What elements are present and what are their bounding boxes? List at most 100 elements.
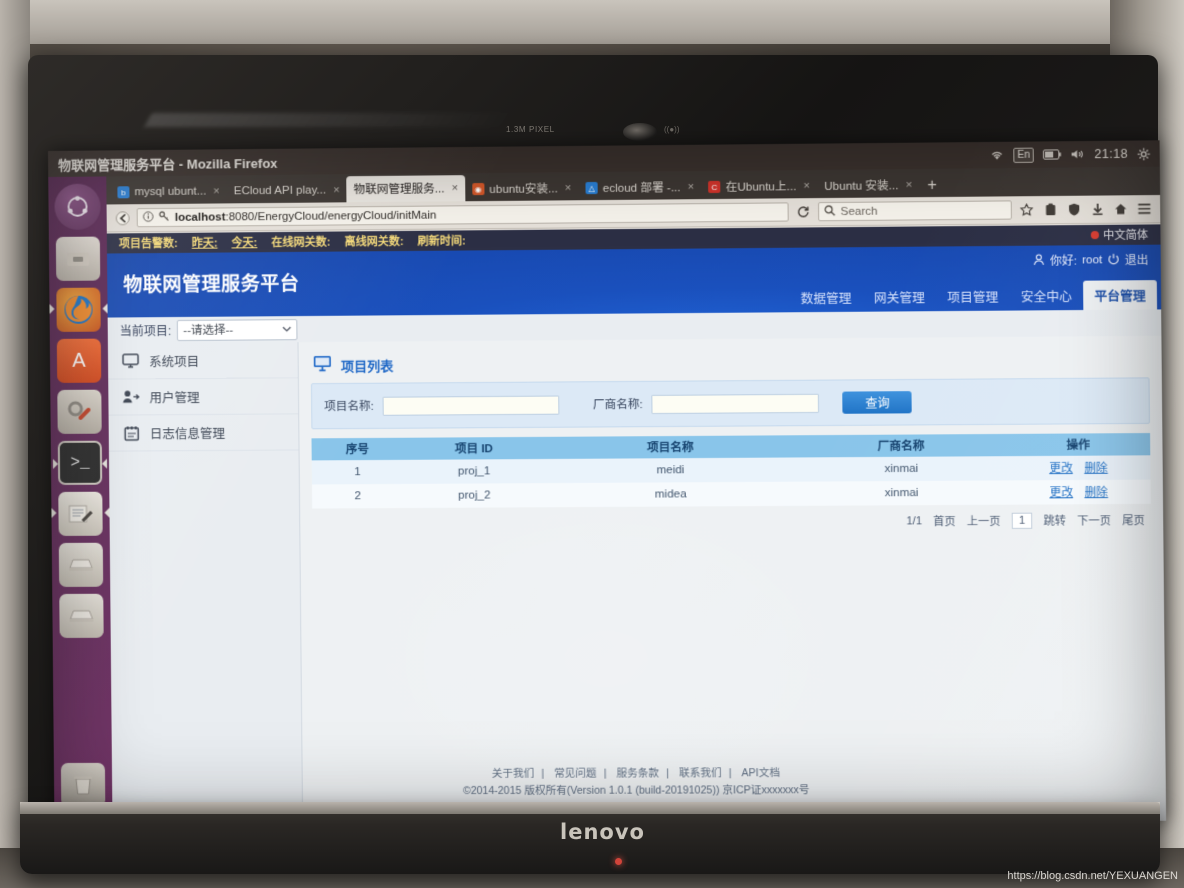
gear-icon[interactable] xyxy=(1137,147,1150,160)
query-button[interactable]: 查询 xyxy=(842,391,913,414)
log-book-icon xyxy=(123,424,140,441)
sidebar-item-label: 用户管理 xyxy=(149,390,200,406)
browser-tab[interactable]: ECloud API play... × xyxy=(227,178,347,203)
ubuntu-desktop: 物联网管理服务平台 - Mozilla Firefox En 21:18 A >… xyxy=(48,140,1167,824)
logout-button[interactable]: 退出 xyxy=(1125,252,1149,268)
sidebar-item-system-project[interactable]: 系统项目 xyxy=(107,342,298,380)
desk-surface-top xyxy=(0,0,1184,44)
footer-link-terms[interactable]: 服务条款 xyxy=(616,767,659,779)
sidebar-item-log-management[interactable]: 日志信息管理 xyxy=(108,414,299,452)
tab-close-icon[interactable]: × xyxy=(906,179,913,191)
yesterday-label[interactable]: 昨天: xyxy=(192,235,218,251)
search-icon xyxy=(824,204,835,218)
power-icon[interactable] xyxy=(1107,253,1119,268)
today-label[interactable]: 今天: xyxy=(231,234,258,250)
launcher-disk-1-icon[interactable] xyxy=(58,542,104,587)
launcher-terminal-icon[interactable]: >_ xyxy=(57,440,103,485)
next-page-button[interactable]: 下一页 xyxy=(1077,512,1111,528)
browser-tab[interactable]: b mysql ubunt... × xyxy=(110,179,227,204)
home-icon[interactable] xyxy=(1112,200,1130,217)
delete-link[interactable]: 删除 xyxy=(1084,463,1108,475)
sidebar[interactable]: 系统项目 用户管理 日志信息管理 xyxy=(107,342,304,823)
launcher-files-icon[interactable] xyxy=(55,236,101,281)
wifi-icon[interactable] xyxy=(990,149,1004,161)
edit-link[interactable]: 更改 xyxy=(1049,487,1073,499)
tab-close-icon[interactable]: × xyxy=(803,180,810,192)
info-icon[interactable] xyxy=(142,210,154,225)
reader-icon[interactable] xyxy=(1041,201,1059,218)
tab-close-icon[interactable]: × xyxy=(451,182,458,194)
tab-close-icon[interactable]: × xyxy=(213,185,220,197)
menu-icon[interactable] xyxy=(1136,200,1154,217)
launcher-firefox-icon[interactable] xyxy=(56,287,101,332)
nav-item-data-management[interactable]: 数据管理 xyxy=(789,282,863,312)
screen-bezel xyxy=(28,55,1158,107)
cell-project-id: proj_2 xyxy=(458,489,491,502)
url-path: :8080/EnergyCloud/energyCloud/initMain xyxy=(225,209,437,223)
page-title: 物联网管理服务平台 xyxy=(123,273,300,297)
project-name-input[interactable] xyxy=(382,395,560,416)
project-select[interactable]: --请选择-- xyxy=(177,318,298,341)
power-led-indicator xyxy=(615,858,622,865)
browser-tab[interactable]: C 在Ubuntu上... × xyxy=(701,174,817,199)
jump-button[interactable]: 跳转 xyxy=(1043,512,1066,528)
bookmark-star-icon[interactable] xyxy=(1018,201,1036,218)
battery-icon[interactable] xyxy=(1043,149,1062,159)
search-box[interactable]: Search xyxy=(818,200,1012,222)
launcher-software-center-icon[interactable]: A xyxy=(56,338,102,383)
monitor-icon xyxy=(122,352,139,369)
tab-close-icon[interactable]: × xyxy=(333,184,340,196)
last-page-button[interactable]: 尾页 xyxy=(1122,512,1145,528)
page-number-input[interactable]: 1 xyxy=(1011,512,1033,529)
page-header: 物联网管理服务平台 你好: root 退出 数据管理 网关管理 项目管理 安全中… xyxy=(107,244,1162,318)
keyboard-layout-indicator[interactable]: En xyxy=(1013,147,1035,163)
launcher-disk-2-icon[interactable] xyxy=(59,593,104,638)
footer-link-contact[interactable]: 联系我们 xyxy=(679,767,722,779)
filter-form: 项目名称: 厂商名称: 查询 xyxy=(310,377,1150,430)
url-host: localhost xyxy=(174,210,226,224)
nav-item-security-center[interactable]: 安全中心 xyxy=(1009,281,1083,311)
url-bar[interactable]: localhost:8080/EnergyCloud/energyCloud/i… xyxy=(136,202,789,228)
tab-close-icon[interactable]: × xyxy=(688,181,695,193)
reload-icon[interactable] xyxy=(795,203,812,220)
sidebar-item-user-management[interactable]: 用户管理 xyxy=(108,378,299,416)
new-tab-button[interactable]: + xyxy=(919,177,945,197)
first-page-button[interactable]: 首页 xyxy=(933,513,956,529)
sidebar-item-label: 系统项目 xyxy=(149,354,200,370)
tab-label: ubuntu安装... xyxy=(489,183,558,197)
language-switcher[interactable]: 中文简体 xyxy=(1090,226,1149,243)
footer-link-faq[interactable]: 常见问题 xyxy=(554,768,597,780)
url-text: localhost:8080/EnergyCloud/energyCloud/i… xyxy=(175,209,437,223)
browser-tab[interactable]: Ubuntu 安装... × xyxy=(817,173,919,198)
launcher-text-editor-icon[interactable] xyxy=(58,491,103,536)
edit-link[interactable]: 更改 xyxy=(1049,463,1073,475)
nav-item-platform-management[interactable]: 平台管理 xyxy=(1083,280,1158,311)
delete-link[interactable]: 删除 xyxy=(1084,487,1108,499)
volume-icon[interactable] xyxy=(1071,148,1085,160)
back-icon[interactable] xyxy=(114,209,131,226)
clock[interactable]: 21:18 xyxy=(1094,147,1128,161)
project-name-label: 项目名称: xyxy=(324,400,374,414)
launcher-trash-icon[interactable] xyxy=(60,762,106,808)
prev-page-button[interactable]: 上一页 xyxy=(967,513,1001,529)
col-actions: 操作 xyxy=(1006,433,1151,457)
key-icon[interactable] xyxy=(158,210,170,224)
tab-close-icon[interactable]: × xyxy=(565,182,572,194)
launcher-dash-home-icon[interactable] xyxy=(54,183,101,230)
nav-item-gateway-management[interactable]: 网关管理 xyxy=(863,282,937,312)
launcher-system-settings-icon[interactable] xyxy=(57,389,102,434)
shield-icon[interactable] xyxy=(1065,201,1083,218)
footer-link-about[interactable]: 关于我们 xyxy=(492,768,535,780)
main-navigation[interactable]: 数据管理 网关管理 项目管理 安全中心 平台管理 xyxy=(789,280,1158,312)
pagination[interactable]: 1/1 首页 上一页 1 跳转 下一页 尾页 xyxy=(312,504,1151,533)
nav-item-project-management[interactable]: 项目管理 xyxy=(936,281,1010,311)
download-icon[interactable] xyxy=(1088,201,1106,218)
col-project-name: 项目名称 xyxy=(544,435,797,459)
tab-label: 物联网管理服务... xyxy=(353,183,445,197)
unity-launcher[interactable]: A >_ xyxy=(48,176,113,824)
vendor-name-input[interactable] xyxy=(651,393,820,414)
footer-link-api-doc[interactable]: API文档 xyxy=(742,767,781,779)
browser-tab[interactable]: △ ecloud 部署 -... × xyxy=(578,175,701,200)
browser-tab[interactable]: ◉ ubuntu安装... × xyxy=(465,176,579,201)
browser-tab-active[interactable]: 物联网管理服务... × xyxy=(346,175,466,203)
